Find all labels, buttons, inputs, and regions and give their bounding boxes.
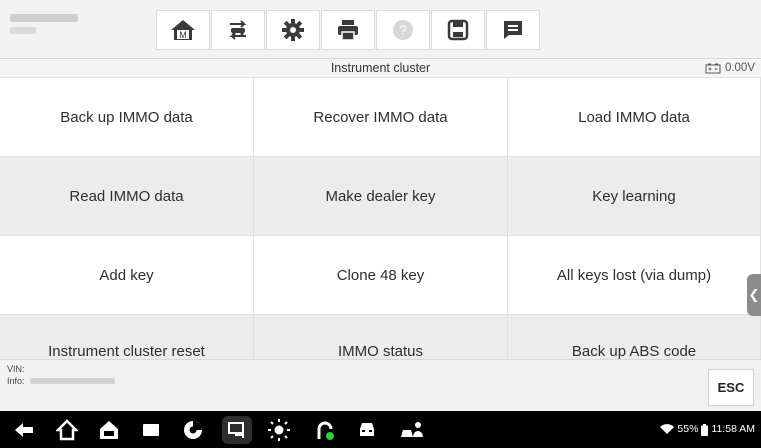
status-bar: 55% 11:58 AM xyxy=(660,411,755,448)
vehicle-info-blurred-text xyxy=(10,14,78,22)
home-icon: M xyxy=(171,20,195,40)
chevron-left-icon: ❮ xyxy=(748,287,760,302)
function-make-dealer-key[interactable]: Make dealer key xyxy=(254,157,508,236)
home-nav-icon[interactable] xyxy=(55,418,79,442)
battery-icon xyxy=(701,423,709,436)
battery-voltage: 0.00V xyxy=(705,59,755,78)
top-toolbar: M ? xyxy=(0,0,761,59)
remote-support-icon[interactable] xyxy=(398,418,426,442)
vehicle-info-blurred-subtext xyxy=(10,27,36,34)
help-button[interactable]: ? xyxy=(376,10,430,50)
home-badge: M xyxy=(179,30,187,40)
save-button[interactable] xyxy=(431,10,485,50)
browser-icon[interactable] xyxy=(181,418,205,442)
recent-apps-icon[interactable] xyxy=(139,418,163,442)
function-grid: Back up IMMO data Recover IMMO data Load… xyxy=(0,78,761,359)
function-immo-status[interactable]: IMMO status xyxy=(254,315,508,359)
save-icon xyxy=(447,19,469,41)
clock-time: 11:58 AM xyxy=(711,423,755,435)
help-icon: ? xyxy=(393,20,413,40)
print-button[interactable] xyxy=(321,10,375,50)
function-all-keys-lost[interactable]: All keys lost (via dump) xyxy=(508,236,761,315)
vehicle-info xyxy=(10,14,130,44)
back-arrow-icon[interactable] xyxy=(12,418,36,442)
title-bar: Instrument cluster 0.00V xyxy=(0,59,761,78)
vci-connection-icon[interactable] xyxy=(313,418,337,442)
function-load-immo-data[interactable]: Load IMMO data xyxy=(508,78,761,157)
page-title: Instrument cluster xyxy=(330,61,431,75)
function-add-key[interactable]: Add key xyxy=(0,236,254,315)
svg-text:?: ? xyxy=(399,23,406,38)
screen-mirror-icon[interactable] xyxy=(222,416,252,444)
printer-icon xyxy=(338,20,358,41)
gear-icon xyxy=(282,19,304,41)
car-battery-icon xyxy=(705,63,721,74)
voltage-value: 0.00V xyxy=(724,62,755,74)
function-clone-48-key[interactable]: Clone 48 key xyxy=(254,236,508,315)
vehicle-swap-button[interactable] xyxy=(211,10,265,50)
info-bar: VIN: Info: ESC xyxy=(0,359,761,411)
vin-label: VIN: xyxy=(7,364,25,374)
settings-button[interactable] xyxy=(266,10,320,50)
side-panel-handle[interactable]: ❮ xyxy=(747,274,761,316)
vehicle-icon[interactable] xyxy=(355,418,379,442)
function-back-up-abs-code[interactable]: Back up ABS code xyxy=(508,315,761,359)
function-key-learning[interactable]: Key learning xyxy=(508,157,761,236)
vehicle-swap-icon xyxy=(229,20,247,40)
data-logging-button[interactable] xyxy=(486,10,540,50)
home-button[interactable]: M xyxy=(156,10,210,50)
esc-button[interactable]: ESC xyxy=(708,369,754,406)
brightness-icon[interactable] xyxy=(267,418,291,442)
function-back-up-immo-data[interactable]: Back up IMMO data xyxy=(0,78,254,157)
system-nav-bar: 55% 11:58 AM xyxy=(0,411,761,448)
battery-percent: 55% xyxy=(677,423,699,435)
message-icon xyxy=(504,21,522,39)
function-read-immo-data[interactable]: Read IMMO data xyxy=(0,157,254,236)
info-label: Info: xyxy=(7,376,25,386)
vci-home-icon[interactable] xyxy=(97,418,121,442)
info-blurred-value xyxy=(30,378,115,384)
function-instrument-cluster-reset[interactable]: Instrument cluster reset xyxy=(0,315,254,359)
wifi-icon xyxy=(660,424,675,434)
function-recover-immo-data[interactable]: Recover IMMO data xyxy=(254,78,508,157)
